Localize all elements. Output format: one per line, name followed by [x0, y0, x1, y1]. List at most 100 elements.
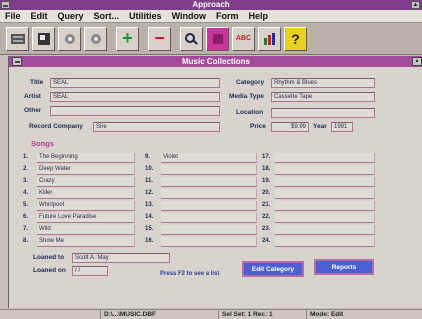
song-number: 22. [262, 214, 271, 220]
spell-icon[interactable]: ABC [232, 26, 255, 51]
song-number: 5. [23, 202, 29, 208]
menu-query[interactable]: Query [53, 10, 89, 22]
window-maximize-icon[interactable]: ▴ [412, 57, 422, 66]
song-number: 12. [145, 190, 154, 196]
window-titlebar: Music Collections ▴ [9, 56, 422, 67]
menu-window[interactable]: Window [167, 10, 211, 22]
menu-utilities[interactable]: Utilities [124, 10, 167, 22]
song-number: 17. [262, 154, 271, 160]
database-icon[interactable] [6, 26, 29, 51]
song-number: 24. [262, 238, 271, 244]
song-field[interactable] [161, 225, 257, 235]
menu-bar: File Edit Query Sort... Utilities Window… [0, 10, 422, 23]
category-field[interactable]: Rhythm & Blues [271, 78, 375, 88]
song-number: 18. [262, 166, 271, 172]
song-field[interactable] [275, 225, 375, 235]
find-icon[interactable] [180, 26, 203, 51]
sort-icon[interactable] [206, 26, 229, 51]
song-number: 3. [23, 178, 29, 184]
menu-file[interactable]: File [0, 10, 26, 22]
song-field[interactable] [161, 189, 257, 199]
song-number: 10. [145, 166, 154, 172]
song-number: 9. [145, 154, 151, 160]
other-field[interactable] [50, 106, 220, 116]
status-selection: Sel Set: 1 Rec: 1 [218, 310, 306, 319]
song-number: 20. [262, 190, 271, 196]
songs-heading: Songs [31, 139, 54, 148]
song-number: 21. [262, 202, 271, 208]
toolbar: + − ABC ? [0, 23, 422, 55]
help-icon[interactable]: ? [284, 26, 307, 51]
form-icon[interactable] [32, 26, 55, 51]
song-field[interactable] [275, 213, 375, 223]
chart-icon[interactable] [258, 26, 281, 51]
song-number: 11. [145, 178, 154, 184]
record-company-label: Record Company [29, 123, 83, 130]
category-label: Category [236, 79, 265, 86]
prev-record-icon[interactable] [58, 26, 81, 51]
loaned-on-label: Loaned on [33, 267, 66, 274]
song-field[interactable] [161, 237, 257, 247]
menu-edit[interactable]: Edit [26, 10, 53, 22]
other-label: Other [24, 107, 42, 114]
song-field[interactable] [275, 201, 375, 211]
media-type-label: Media Type [229, 93, 264, 100]
app-title: Approach [192, 0, 230, 9]
f2-hint: Press F2 to see a list [160, 271, 220, 277]
song-field[interactable]: Show Me [37, 237, 135, 247]
next-record-icon[interactable] [84, 26, 107, 51]
record-company-field[interactable]: Sire [93, 122, 220, 132]
song-field[interactable]: Killer [37, 189, 135, 199]
media-type-field[interactable]: Cassette Tape [271, 92, 375, 102]
status-mode: Mode: Edit [306, 310, 422, 319]
song-field[interactable]: Violet [161, 153, 257, 163]
maximize-icon[interactable]: ▲ [411, 1, 420, 9]
reports-button[interactable]: Reports [314, 259, 374, 275]
song-field[interactable]: Deep Water [37, 165, 135, 175]
song-field[interactable] [161, 213, 257, 223]
year-field[interactable]: 1991 [331, 122, 353, 132]
song-number: 2. [23, 166, 29, 172]
menu-sort[interactable]: Sort... [89, 10, 125, 22]
song-field[interactable]: Future Love Paradise [37, 213, 135, 223]
song-field[interactable] [161, 201, 257, 211]
price-field[interactable]: $9.99 [271, 122, 309, 132]
song-field[interactable] [275, 165, 375, 175]
window-title: Music Collections [181, 57, 250, 66]
edit-category-button[interactable]: Edit Category [242, 261, 304, 277]
status-bar: D:\...\MUSIC.DBF Sel Set: 1 Rec: 1 Mode:… [0, 309, 422, 319]
song-field[interactable]: Crazy [37, 177, 135, 187]
song-field[interactable]: Whirlpool [37, 201, 135, 211]
song-field[interactable] [275, 189, 375, 199]
status-file: D:\...\MUSIC.DBF [100, 310, 218, 319]
song-number: 15. [145, 226, 154, 232]
loaned-to-label: Loaned to [33, 254, 65, 261]
location-field[interactable] [271, 108, 375, 118]
song-number: 14. [145, 214, 154, 220]
song-field[interactable]: Wild [37, 225, 135, 235]
song-field[interactable]: The Beginning [37, 153, 135, 163]
title-label: Title [30, 79, 44, 86]
title-field[interactable]: SEAL [50, 78, 220, 88]
song-number: 19. [262, 178, 271, 184]
artist-field[interactable]: SEAL [50, 92, 220, 102]
add-record-icon[interactable]: + [116, 26, 139, 51]
song-number: 7. [23, 226, 29, 232]
menu-form[interactable]: Form [211, 10, 244, 22]
price-label: Price [250, 123, 266, 130]
delete-record-icon[interactable]: − [148, 26, 171, 51]
song-number: 23. [262, 226, 271, 232]
song-field[interactable] [275, 177, 375, 187]
song-field[interactable] [275, 153, 375, 163]
menu-help[interactable]: Help [243, 10, 273, 22]
song-field[interactable] [161, 165, 257, 175]
loaned-on-field[interactable]: / / [72, 266, 108, 276]
year-label: Year [313, 123, 327, 130]
song-number: 4. [23, 190, 29, 196]
song-number: 6. [23, 214, 29, 220]
song-field[interactable] [161, 177, 257, 187]
loaned-to-field[interactable]: Scott A. May [72, 253, 170, 263]
music-collections-window: Music Collections ▴ Title SEAL Artist SE… [8, 56, 422, 308]
song-field[interactable] [275, 237, 375, 247]
song-number: 13. [145, 202, 154, 208]
